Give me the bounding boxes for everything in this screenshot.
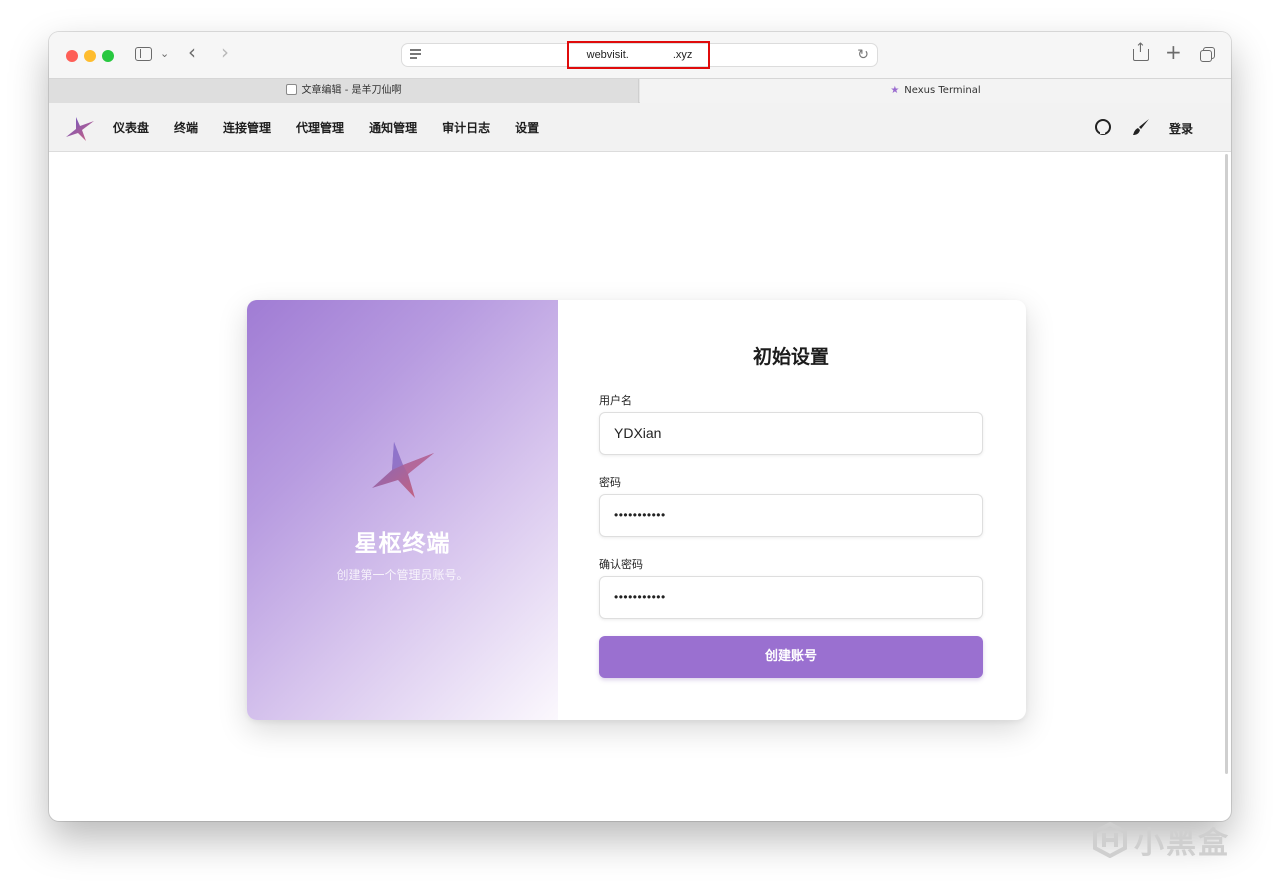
scrollbar[interactable] [1225,154,1228,774]
maximize-window-button[interactable] [102,50,114,62]
sidebar-toggle-icon[interactable] [135,47,152,61]
browser-toolbar: ⌄ ‹ › webvisit..xyz ↻ + [49,32,1231,78]
tab-strip: 文章编辑 - 是羊刀仙啊 ★ Nexus Terminal [49,78,1231,103]
password-label: 密码 [599,476,621,489]
setup-card: 星枢终端 创建第一个管理员账号。 初始设置 用户名 YDXian 密码 ••••… [247,300,1026,720]
heybox-logo-icon [1093,822,1127,858]
confirm-password-label: 确认密码 [599,558,643,571]
brush-icon[interactable] [1131,117,1151,137]
watermark: 小黑盒 [1092,822,1230,861]
url-highlight-box [567,41,710,69]
star-logo-icon [372,442,434,498]
back-arrow-icon[interactable]: ‹ [188,42,196,62]
github-icon[interactable] [1095,119,1111,135]
login-link[interactable]: 登录 [1169,120,1193,137]
reload-icon[interactable]: ↻ [857,47,869,63]
star-logo-icon[interactable] [65,115,95,142]
brand-title: 星枢终端 [354,531,451,557]
nav-proxies[interactable]: 代理管理 [296,119,344,136]
create-account-button[interactable]: 创建账号 [599,636,983,678]
password-input[interactable]: ••••••••••• [599,494,983,537]
nav-settings[interactable]: 设置 [515,119,539,136]
share-icon[interactable] [1133,41,1149,61]
nav-terminal[interactable]: 终端 [174,119,198,136]
forward-arrow-icon[interactable]: › [221,42,229,62]
tab-label: Nexus Terminal [904,85,981,96]
nav-connections[interactable]: 连接管理 [223,119,271,136]
main-nav: 仪表盘 终端 连接管理 代理管理 通知管理 审计日志 设置 [113,119,564,136]
brand-panel: 星枢终端 创建第一个管理员账号。 [247,300,558,720]
browser-window: ⌄ ‹ › webvisit..xyz ↻ + 文章编辑 - 是羊刀仙啊 ★ Ne… [49,32,1231,821]
tab-overview-icon[interactable] [1200,47,1215,62]
app-navbar: 仪表盘 终端 连接管理 代理管理 通知管理 审计日志 设置 登录 [49,103,1231,152]
form-title: 初始设置 [752,346,829,368]
username-label: 用户名 [599,394,632,407]
nav-audit-log[interactable]: 审计日志 [442,119,490,136]
confirm-password-input[interactable]: ••••••••••• [599,576,983,619]
star-favicon-icon: ★ [890,85,900,96]
page-favicon-icon [285,84,297,95]
chevron-down-icon[interactable]: ⌄ [160,46,169,62]
minimize-window-button[interactable] [84,50,96,62]
new-tab-icon[interactable]: + [1165,42,1182,62]
tab-label: 文章编辑 - 是羊刀仙啊 [301,85,402,96]
nav-dashboard[interactable]: 仪表盘 [113,119,149,136]
close-window-button[interactable] [66,50,78,62]
username-input[interactable]: YDXian [599,412,983,455]
nav-notifications[interactable]: 通知管理 [369,119,417,136]
brand-subtitle: 创建第一个管理员账号。 [336,568,469,582]
tab-nexus-terminal[interactable]: ★ Nexus Terminal [640,79,1231,103]
watermark-text: 小黑盒 [1134,826,1230,861]
tab-article-editor[interactable]: 文章编辑 - 是羊刀仙啊 [49,79,639,103]
